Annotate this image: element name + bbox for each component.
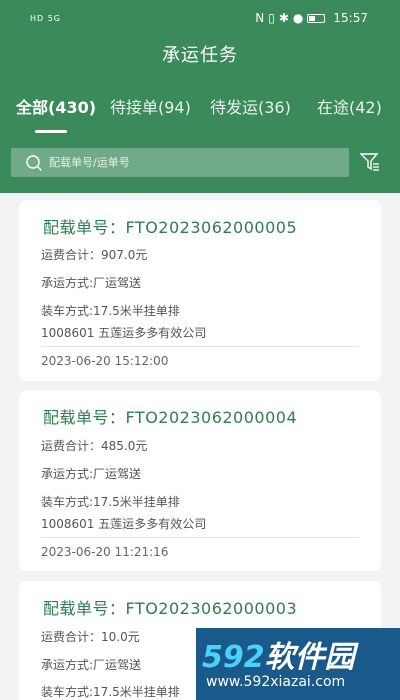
order-time: 2023-06-20 15:12:00: [41, 354, 169, 368]
battery-icon: [307, 13, 326, 23]
watermark-brand: 592软件园: [202, 640, 355, 675]
tab-pending-accept[interactable]: 待接单(94): [110, 94, 191, 118]
tab-all[interactable]: 全部(430): [16, 94, 96, 118]
company-name: 1008601 五莲运多多有效公司: [41, 326, 207, 340]
app-header: HD 5G N ▯ ✱ ● 15:57 承运任务 全部(430) 待接单(94)…: [0, 0, 400, 193]
signal-indicator: HD 5G: [30, 14, 62, 23]
status-bar: HD 5G N ▯ ✱ ● 15:57: [0, 0, 400, 36]
status-time: 15:57: [333, 11, 368, 25]
tab-bar: 全部(430) 待接单(94) 待发运(36) 在途(42): [0, 94, 400, 134]
search-icon: [26, 154, 43, 171]
tab-pending-ship[interactable]: 待发运(36): [210, 94, 291, 118]
order-time: 2023-06-20 11:21:16: [41, 545, 169, 559]
order-number: 配载单号：FTO2023062000005: [43, 218, 298, 237]
freight-total: 运费合计：10.0元: [41, 630, 140, 644]
order-card[interactable]: 配载单号：FTO2023062000004 运费合计：485.0元 承运方式:厂…: [19, 390, 381, 571]
company-name: 1008601 五莲运多多有效公司: [41, 517, 207, 531]
search-box[interactable]: [11, 148, 349, 177]
tab-in-transit[interactable]: 在途(42): [317, 94, 382, 118]
order-number: 配载单号：FTO2023062000003: [43, 599, 298, 618]
carrier-mode: 承运方式:厂运驾送: [41, 276, 142, 290]
location-icon: ●: [292, 11, 304, 25]
search-input[interactable]: [49, 156, 319, 169]
freight-total: 运费合计：907.0元: [41, 248, 148, 262]
loading-method: 装车方式:17.5米半挂单排: [41, 495, 180, 509]
nfc-icon: N: [255, 11, 265, 25]
site-watermark: 592软件园 www.592xiazai.com: [196, 628, 400, 700]
carrier-mode: 承运方式:厂运驾送: [41, 658, 142, 672]
status-right: N ▯ ✱ ● 15:57: [255, 11, 368, 25]
loading-method: 装车方式:17.5米半挂单排: [41, 304, 180, 318]
vibrate-icon: ▯: [268, 11, 275, 25]
watermark-url: www.592xiazai.com: [206, 674, 346, 690]
freight-total: 运费合计：485.0元: [41, 439, 148, 453]
page-title: 承运任务: [162, 45, 238, 66]
active-tab-indicator: [35, 130, 67, 133]
carrier-mode: 承运方式:厂运驾送: [41, 467, 142, 481]
filter-icon[interactable]: [359, 151, 381, 173]
loading-method: 装车方式:17.5米半挂单排: [41, 685, 180, 699]
card-divider: [41, 346, 359, 347]
bluetooth-icon: ✱: [278, 11, 289, 25]
card-divider: [41, 537, 359, 538]
order-number: 配载单号：FTO2023062000004: [43, 408, 298, 427]
order-card[interactable]: 配载单号：FTO2023062000005 运费合计：907.0元 承运方式:厂…: [19, 200, 381, 381]
